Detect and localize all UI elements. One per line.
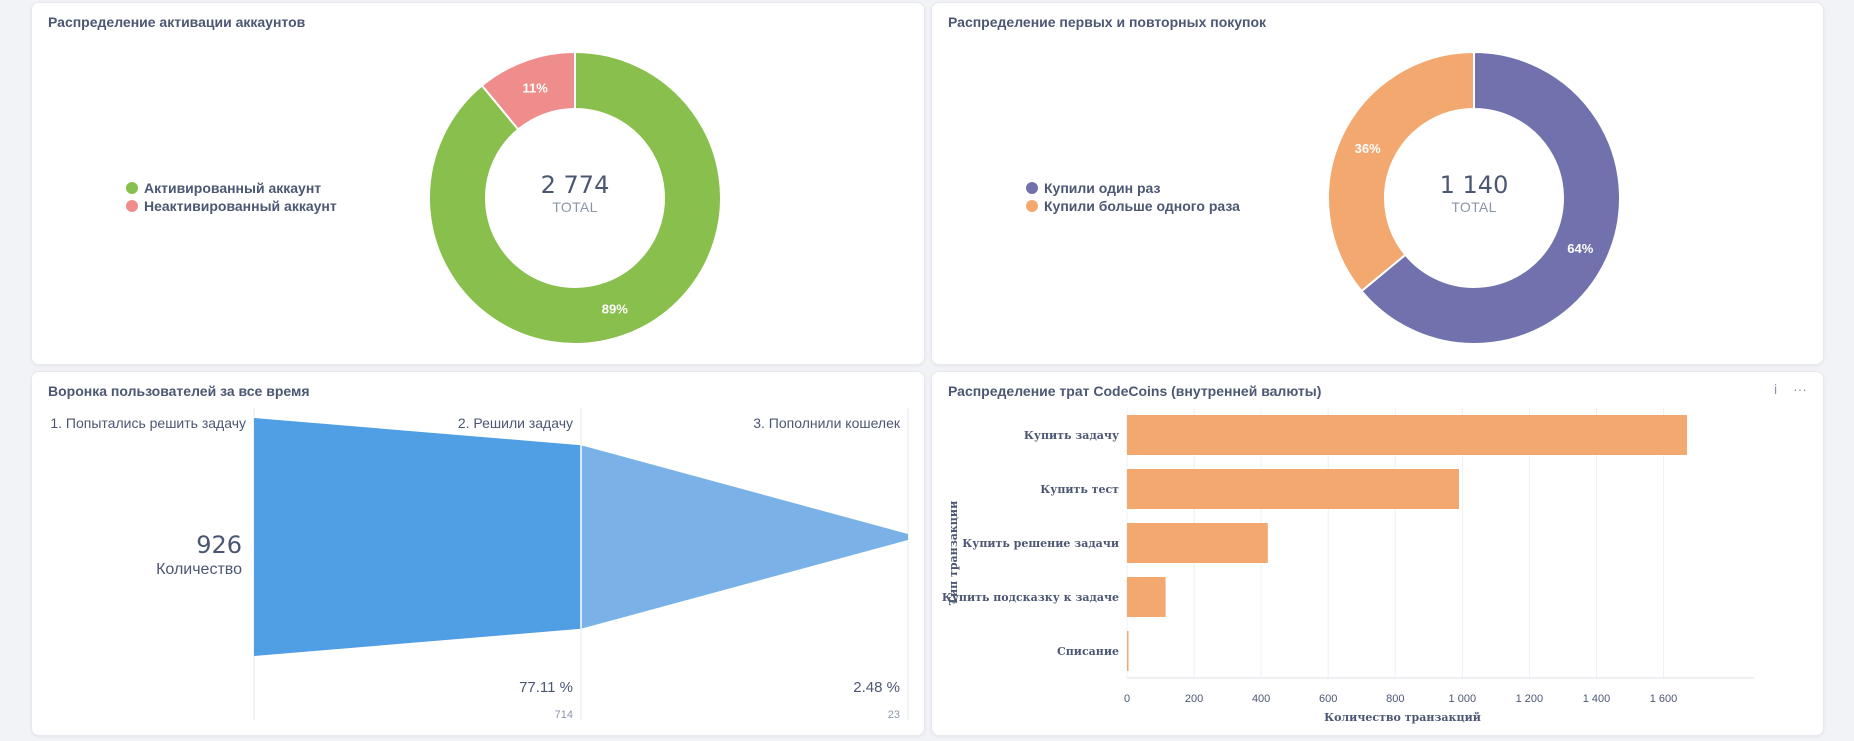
x-tick-label: 1 000: [1449, 693, 1477, 705]
funnel-step-label: 2. Решили задачу: [458, 415, 573, 431]
y-axis-label: Тип транзакции: [947, 501, 960, 605]
bar[interactable]: [1127, 523, 1268, 563]
legend-dot: [1026, 182, 1038, 194]
legend-item[interactable]: Активированный аккаунт: [126, 179, 337, 197]
y-tick-label: Списание: [1057, 645, 1119, 658]
funnel-big-value: 926: [196, 531, 242, 559]
total-value: 2 774: [540, 171, 610, 199]
x-tick-label: 800: [1386, 693, 1404, 705]
legend: Купили один раз Купили больше одного раз…: [1026, 179, 1240, 215]
legend-label: Купили больше одного раза: [1044, 198, 1240, 214]
slice-label: 36%: [1355, 141, 1381, 156]
slice-label: 11%: [523, 80, 549, 95]
slice-label: 64%: [1567, 241, 1593, 256]
funnel-step-label: 1. Попытались решить задачу: [50, 415, 246, 431]
purchases-card: Распределение первых и повторных покупок…: [931, 2, 1824, 365]
legend-dot: [1026, 200, 1038, 212]
funnel-segment-1[interactable]: [254, 418, 581, 656]
bar[interactable]: [1127, 577, 1166, 617]
card-title[interactable]: Распределение первых и повторных покупок: [948, 14, 1266, 30]
bar-chart: 0 200 400 600 800 1 000 1 200 1 400 1 600 Купить …: [942, 408, 1754, 724]
legend: Активированный аккаунт Неактивированный …: [126, 179, 337, 215]
bar[interactable]: [1127, 631, 1129, 671]
x-tick-label: 600: [1319, 693, 1337, 705]
x-tick-label: 0: [1124, 693, 1130, 705]
x-tick-label: 400: [1252, 693, 1270, 705]
funnel-segment-2[interactable]: [581, 445, 908, 629]
funnel-card: Воронка пользователей за все время 1. По…: [31, 371, 925, 736]
funnel-percent: 77.11 %: [519, 679, 573, 696]
funnel-step-label: 3. Пополнили кошелек: [753, 415, 901, 431]
funnel-count: 23: [888, 709, 900, 721]
y-tick-label: Купить решение задачи: [962, 537, 1119, 550]
bar[interactable]: [1127, 469, 1459, 509]
legend-item[interactable]: Купили один раз: [1026, 179, 1240, 197]
legend-item[interactable]: Неактивированный аккаунт: [126, 197, 337, 215]
funnel-count: 714: [555, 709, 573, 721]
funnel-chart: 1. Попытались решить задачу 2. Решили за…: [50, 408, 909, 721]
y-tick-label: Купить задачу: [1024, 429, 1119, 442]
slice-label: 89%: [602, 302, 628, 317]
bar[interactable]: [1127, 415, 1687, 455]
legend-item[interactable]: Купили больше одного раза: [1026, 197, 1240, 215]
activation-card: Распределение активации аккаунтов Активи…: [31, 2, 925, 365]
card-title[interactable]: Распределение активации аккаунтов: [48, 14, 305, 30]
x-tick-label: 1 200: [1516, 693, 1544, 705]
x-axis-label: Количество транзакций: [1324, 711, 1481, 724]
total-label: TOTAL: [552, 199, 598, 215]
funnel-percent: 2.48 %: [853, 679, 900, 696]
y-tick-label: Купить подсказку к задаче: [942, 591, 1119, 604]
y-tick-label: Купить тест: [1040, 483, 1119, 496]
donut-total: 1 140 TOTAL: [1404, 171, 1544, 215]
total-value: 1 140: [1439, 171, 1509, 199]
legend-label: Активированный аккаунт: [144, 180, 322, 196]
legend-label: Купили один раз: [1044, 180, 1161, 196]
funnel-big-label: Количество: [156, 561, 242, 578]
x-tick-label: 200: [1185, 693, 1203, 705]
legend-label: Неактивированный аккаунт: [144, 198, 337, 214]
total-label: TOTAL: [1451, 199, 1497, 215]
legend-dot: [126, 182, 138, 194]
x-tick-label: 1 600: [1650, 693, 1678, 705]
spend-card: Распределение трат CodeCoins (внутренней…: [931, 371, 1824, 736]
legend-dot: [126, 200, 138, 212]
donut-total: 2 774 TOTAL: [505, 171, 645, 215]
x-tick-label: 1 400: [1583, 693, 1611, 705]
